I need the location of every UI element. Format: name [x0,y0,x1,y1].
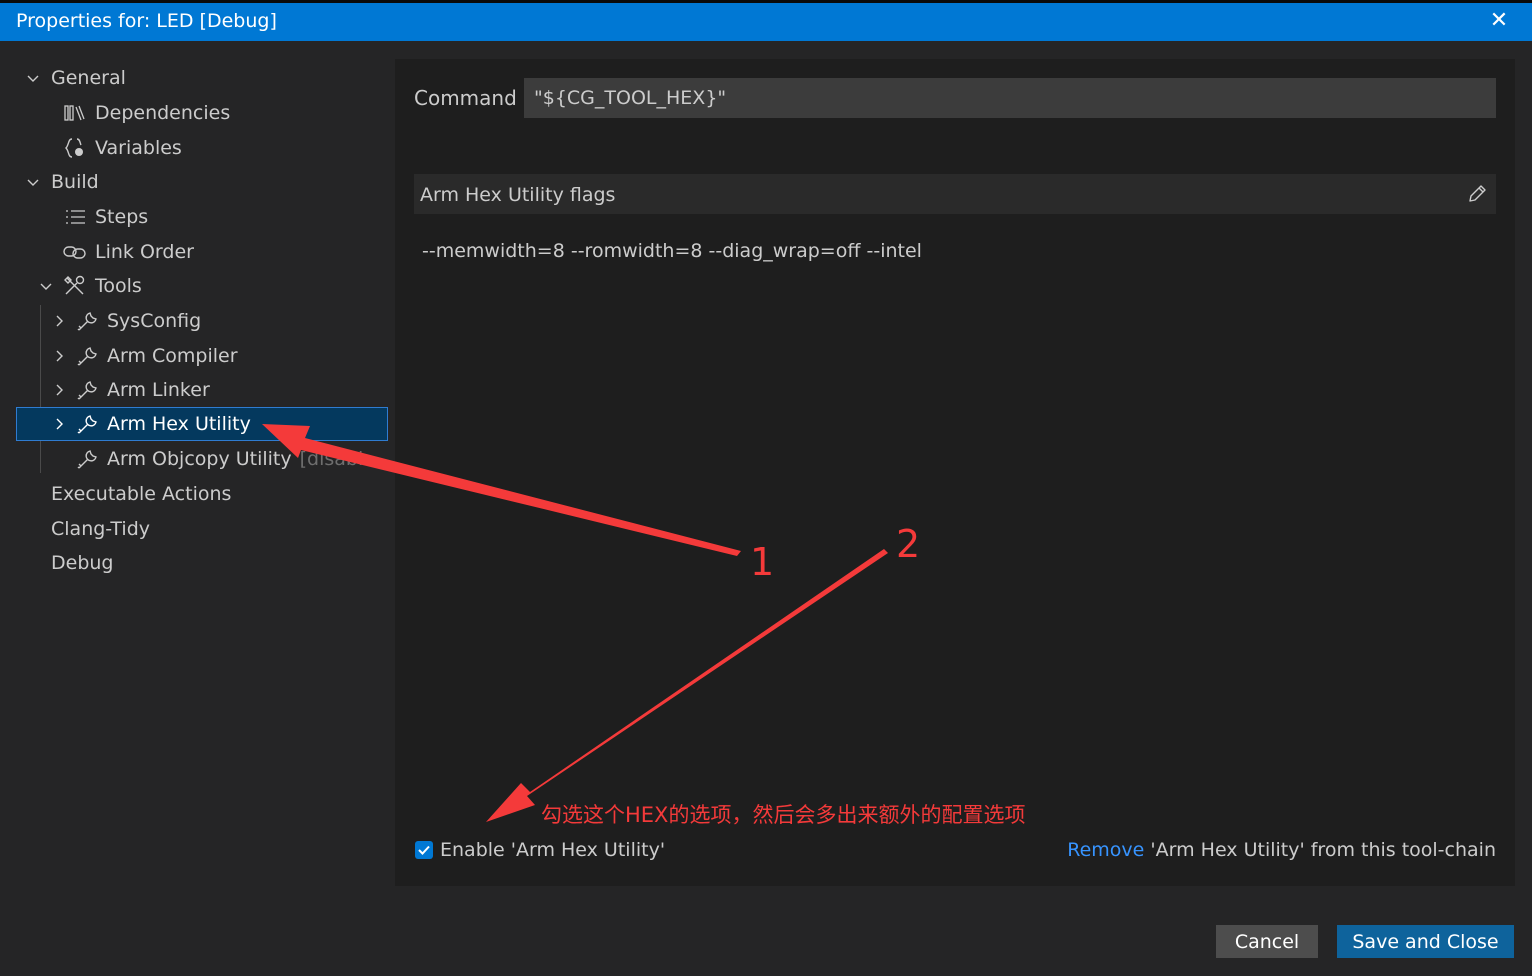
chevron-right-icon[interactable] [49,339,69,373]
annotation-label-1: 1 [750,540,775,584]
remove-row: Remove 'Arm Hex Utility' from this tool-… [1067,839,1496,861]
save-and-close-button[interactable]: Save and Close [1337,925,1514,958]
sidebar-tree: General Dependencies Variables Build Ste… [0,41,395,911]
variable-braces-icon [62,131,88,165]
remove-link[interactable]: Remove [1067,839,1144,861]
sidebar-item-label: General [51,67,126,89]
sidebar-item-build[interactable]: Build [16,165,388,199]
sidebar-item-label: Arm Objcopy Utility [107,448,292,470]
sidebar-item-label: Executable Actions [51,483,232,505]
wrench-icon [75,339,101,373]
disabled-suffix: [disabl... [299,448,382,470]
sidebar-item-label: Variables [95,137,182,159]
sidebar-item-arm-linker[interactable]: Arm Linker [16,373,388,407]
sidebar-item-label: Link Order [95,241,194,263]
sidebar-item-general[interactable]: General [16,61,388,95]
cancel-button[interactable]: Cancel [1216,925,1318,958]
pencil-icon[interactable] [1466,183,1488,205]
sidebar-item-label: Build [51,171,99,193]
close-icon[interactable]: ✕ [1488,9,1510,33]
wrench-icon [75,408,101,440]
command-input[interactable] [524,78,1496,118]
enable-tool-checkbox-row[interactable]: Enable 'Arm Hex Utility' [415,838,665,862]
wrench-icon [75,373,101,407]
flags-header: Arm Hex Utility flags [414,174,1496,214]
enable-label: Enable 'Arm Hex Utility' [440,839,666,861]
window-title: Properties for: LED [Debug] [16,10,277,32]
sidebar-item-label: Arm Hex Utility [107,413,251,435]
sidebar-item-arm-hex-utility[interactable]: Arm Hex Utility [16,407,388,441]
annotation-label-2: 2 [896,522,921,566]
wrench-icon [75,304,101,338]
sidebar-item-arm-objcopy-utility[interactable]: Arm Objcopy Utility [disabl... [16,442,388,476]
chevron-right-icon[interactable] [49,408,69,440]
chevron-down-icon[interactable] [23,165,43,199]
title-bar: Properties for: LED [Debug] ✕ [0,0,1532,41]
sidebar-item-label: Tools [95,275,142,297]
remove-text: 'Arm Hex Utility' from this tool-chain [1144,839,1496,861]
sidebar-item-clang-tidy[interactable]: Clang-Tidy [16,512,388,546]
chevron-down-icon[interactable] [36,269,56,303]
sidebar-item-debug[interactable]: Debug [16,546,388,580]
sidebar-item-sysconfig[interactable]: SysConfig [16,304,388,338]
sidebar-item-label: Debug [51,552,114,574]
chevron-right-icon[interactable] [49,373,69,407]
annotation-note: 勾选这个HEX的选项，然后会多出来额外的配置选项 [541,803,1026,827]
command-label: Command [414,86,517,110]
chevron-down-icon[interactable] [23,61,43,95]
flags-title: Arm Hex Utility flags [420,184,616,206]
list-icon [62,200,88,234]
sidebar-item-label: Dependencies [95,102,231,124]
link-icon [62,235,88,269]
sidebar-item-label: Arm Linker [107,379,210,401]
sidebar-item-label: SysConfig [107,310,202,332]
sidebar-item-tools[interactable]: Tools [16,269,388,303]
library-icon [62,96,88,130]
sidebar-item-label: Arm Compiler [107,345,238,367]
sidebar-item-steps[interactable]: Steps [16,200,388,234]
tools-icon [62,269,88,303]
sidebar-item-dependencies[interactable]: Dependencies [16,96,388,130]
sidebar-item-variables[interactable]: Variables [16,131,388,165]
sidebar-item-label: Clang-Tidy [51,518,151,540]
tool-settings-panel: Command Arm Hex Utility flags --memwidth… [395,59,1515,886]
enable-checkbox[interactable] [415,841,433,859]
sidebar-item-label: Steps [95,206,149,228]
chevron-right-icon[interactable] [49,304,69,338]
wrench-icon [75,442,101,476]
sidebar-item-arm-compiler[interactable]: Arm Compiler [16,339,388,373]
sidebar-item-executable-actions[interactable]: Executable Actions [16,477,388,511]
flags-value: --memwidth=8 --romwidth=8 --diag_wrap=of… [422,240,922,262]
sidebar-item-link-order[interactable]: Link Order [16,235,388,269]
